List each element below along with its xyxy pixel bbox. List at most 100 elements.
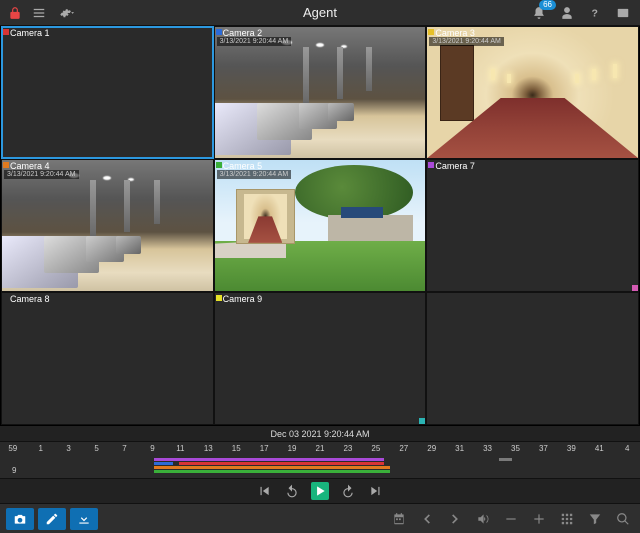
camera-color-mark [216,162,222,168]
timeline-tick: 3 [66,444,70,453]
camera-color-mark [428,162,434,168]
timeline-tick: 37 [539,444,548,453]
timeline-tick: 29 [427,444,436,453]
app-root: Agent 66 ? Camera 1 Camera 23/13/2021 9:2… [0,0,640,533]
camera-color-mark [428,29,434,35]
timeline-tick: 25 [371,444,380,453]
lock-icon[interactable] [8,6,22,20]
timeline-tick: 5 [94,444,98,453]
bottom-bar-left [0,508,102,530]
timeline-second-row: 9 [12,466,16,475]
download-button[interactable] [70,508,98,530]
camera-cell-5[interactable]: Camera 53/13/2021 9:20:44 AM [214,159,427,292]
zoom-out-icon[interactable] [504,512,518,526]
camera-label: Camera 9 [223,294,263,304]
timeline-ruler[interactable]: 5913579111315171921232527293133353739414… [0,441,640,479]
skip-forward-button[interactable] [367,482,385,500]
camera-label: Camera 8 [10,294,50,304]
timeline-event-bar [154,466,391,469]
camera-feed [2,27,213,158]
timeline-bars [0,458,640,474]
user-icon[interactable] [560,6,574,20]
camera-feed [215,293,426,424]
bottom-bar [0,503,640,533]
timeline-tick: 23 [343,444,352,453]
skip-back-button[interactable] [255,482,273,500]
arrow-left-icon[interactable] [420,512,434,526]
calendar-icon[interactable] [392,512,406,526]
camera-cell-8[interactable]: Camera 9 [214,292,427,425]
play-button[interactable] [311,482,329,500]
search-icon[interactable] [616,512,630,526]
camera-timestamp: 3/13/2021 9:20:44 AM [217,37,292,46]
grid-layout-icon[interactable] [560,512,574,526]
timeline-tick: 33 [483,444,492,453]
camera-cell-2[interactable]: Camera 23/13/2021 9:20:44 AM [214,26,427,159]
top-bar-left [0,6,78,20]
camera-timestamp: 3/13/2021 9:20:44 AM [4,170,79,179]
fullscreen-icon[interactable] [616,6,630,20]
timeline-event-bar [179,462,384,465]
camera-label: Camera 7 [435,161,475,171]
top-bar-right: 66 ? [532,6,640,20]
camera-grid: Camera 1Camera 23/13/2021 9:20:44 AMCame… [0,26,640,425]
top-bar: Agent 66 ? [0,0,640,26]
timeline-tick: 59 [8,444,17,453]
arrow-right-icon[interactable] [448,512,462,526]
camera-cell-9[interactable] [426,292,639,425]
timeline-tick: 27 [399,444,408,453]
timeline-tick: 31 [455,444,464,453]
camera-cell-6[interactable]: Camera 7 [426,159,639,292]
step-forward-button[interactable] [339,482,357,500]
camera-color-mark [3,29,9,35]
timeline-tick: 11 [176,444,184,453]
timeline-tick: 13 [204,444,213,453]
camera-color-mark [216,295,222,301]
camera-feed [427,160,638,291]
gear-dropdown-icon[interactable] [56,6,78,20]
timeline-tick: 41 [595,444,604,453]
timeline-timestamp: Dec 03 2021 9:20:44 AM [0,425,640,441]
camera-cell-4[interactable]: Camera 43/13/2021 9:20:44 AM [1,159,214,292]
timeline-event-bar [154,462,173,465]
timeline-event-bar [154,458,384,461]
camera-cell-3[interactable]: Camera 33/13/2021 9:20:44 AM [426,26,639,159]
snapshot-button[interactable] [6,508,34,530]
transport-controls [0,479,640,503]
camera-color-mark [216,29,222,35]
bell-icon[interactable]: 66 [532,6,546,20]
step-back-button[interactable] [283,482,301,500]
timeline-event-bar [154,470,391,473]
volume-icon[interactable] [476,512,490,526]
camera-feed [2,160,213,291]
camera-timestamp: 3/13/2021 9:20:44 AM [429,37,504,46]
timeline-tick: 19 [288,444,297,453]
svg-text:?: ? [592,7,598,19]
camera-feed [2,293,213,424]
timeline-tick: 21 [316,444,325,453]
timeline-event-bar [499,458,512,461]
camera-cell-1[interactable]: Camera 1 [1,26,214,159]
camera-feed [427,27,638,158]
timeline-tick: 17 [260,444,269,453]
timeline-tick: 35 [511,444,520,453]
camera-cell-7[interactable]: Camera 8 [1,292,214,425]
zoom-in-icon[interactable] [532,512,546,526]
camera-feed [215,160,426,291]
timeline-tick: 39 [567,444,576,453]
edit-button[interactable] [38,508,66,530]
timeline-tick: 4 [625,444,629,453]
timeline-tick: 7 [122,444,126,453]
notification-badge: 66 [539,0,556,10]
help-icon[interactable]: ? [588,6,602,20]
filter-icon[interactable] [588,512,602,526]
timeline-tick: 15 [232,444,241,453]
bottom-bar-right [392,512,640,526]
camera-label: Camera 1 [10,28,50,38]
camera-timestamp: 3/13/2021 9:20:44 AM [217,170,292,179]
camera-color-mark [3,162,9,168]
timeline-tick: 1 [38,444,42,453]
list-icon[interactable] [32,6,46,20]
camera-feed [215,27,426,158]
camera-feed [427,293,638,424]
